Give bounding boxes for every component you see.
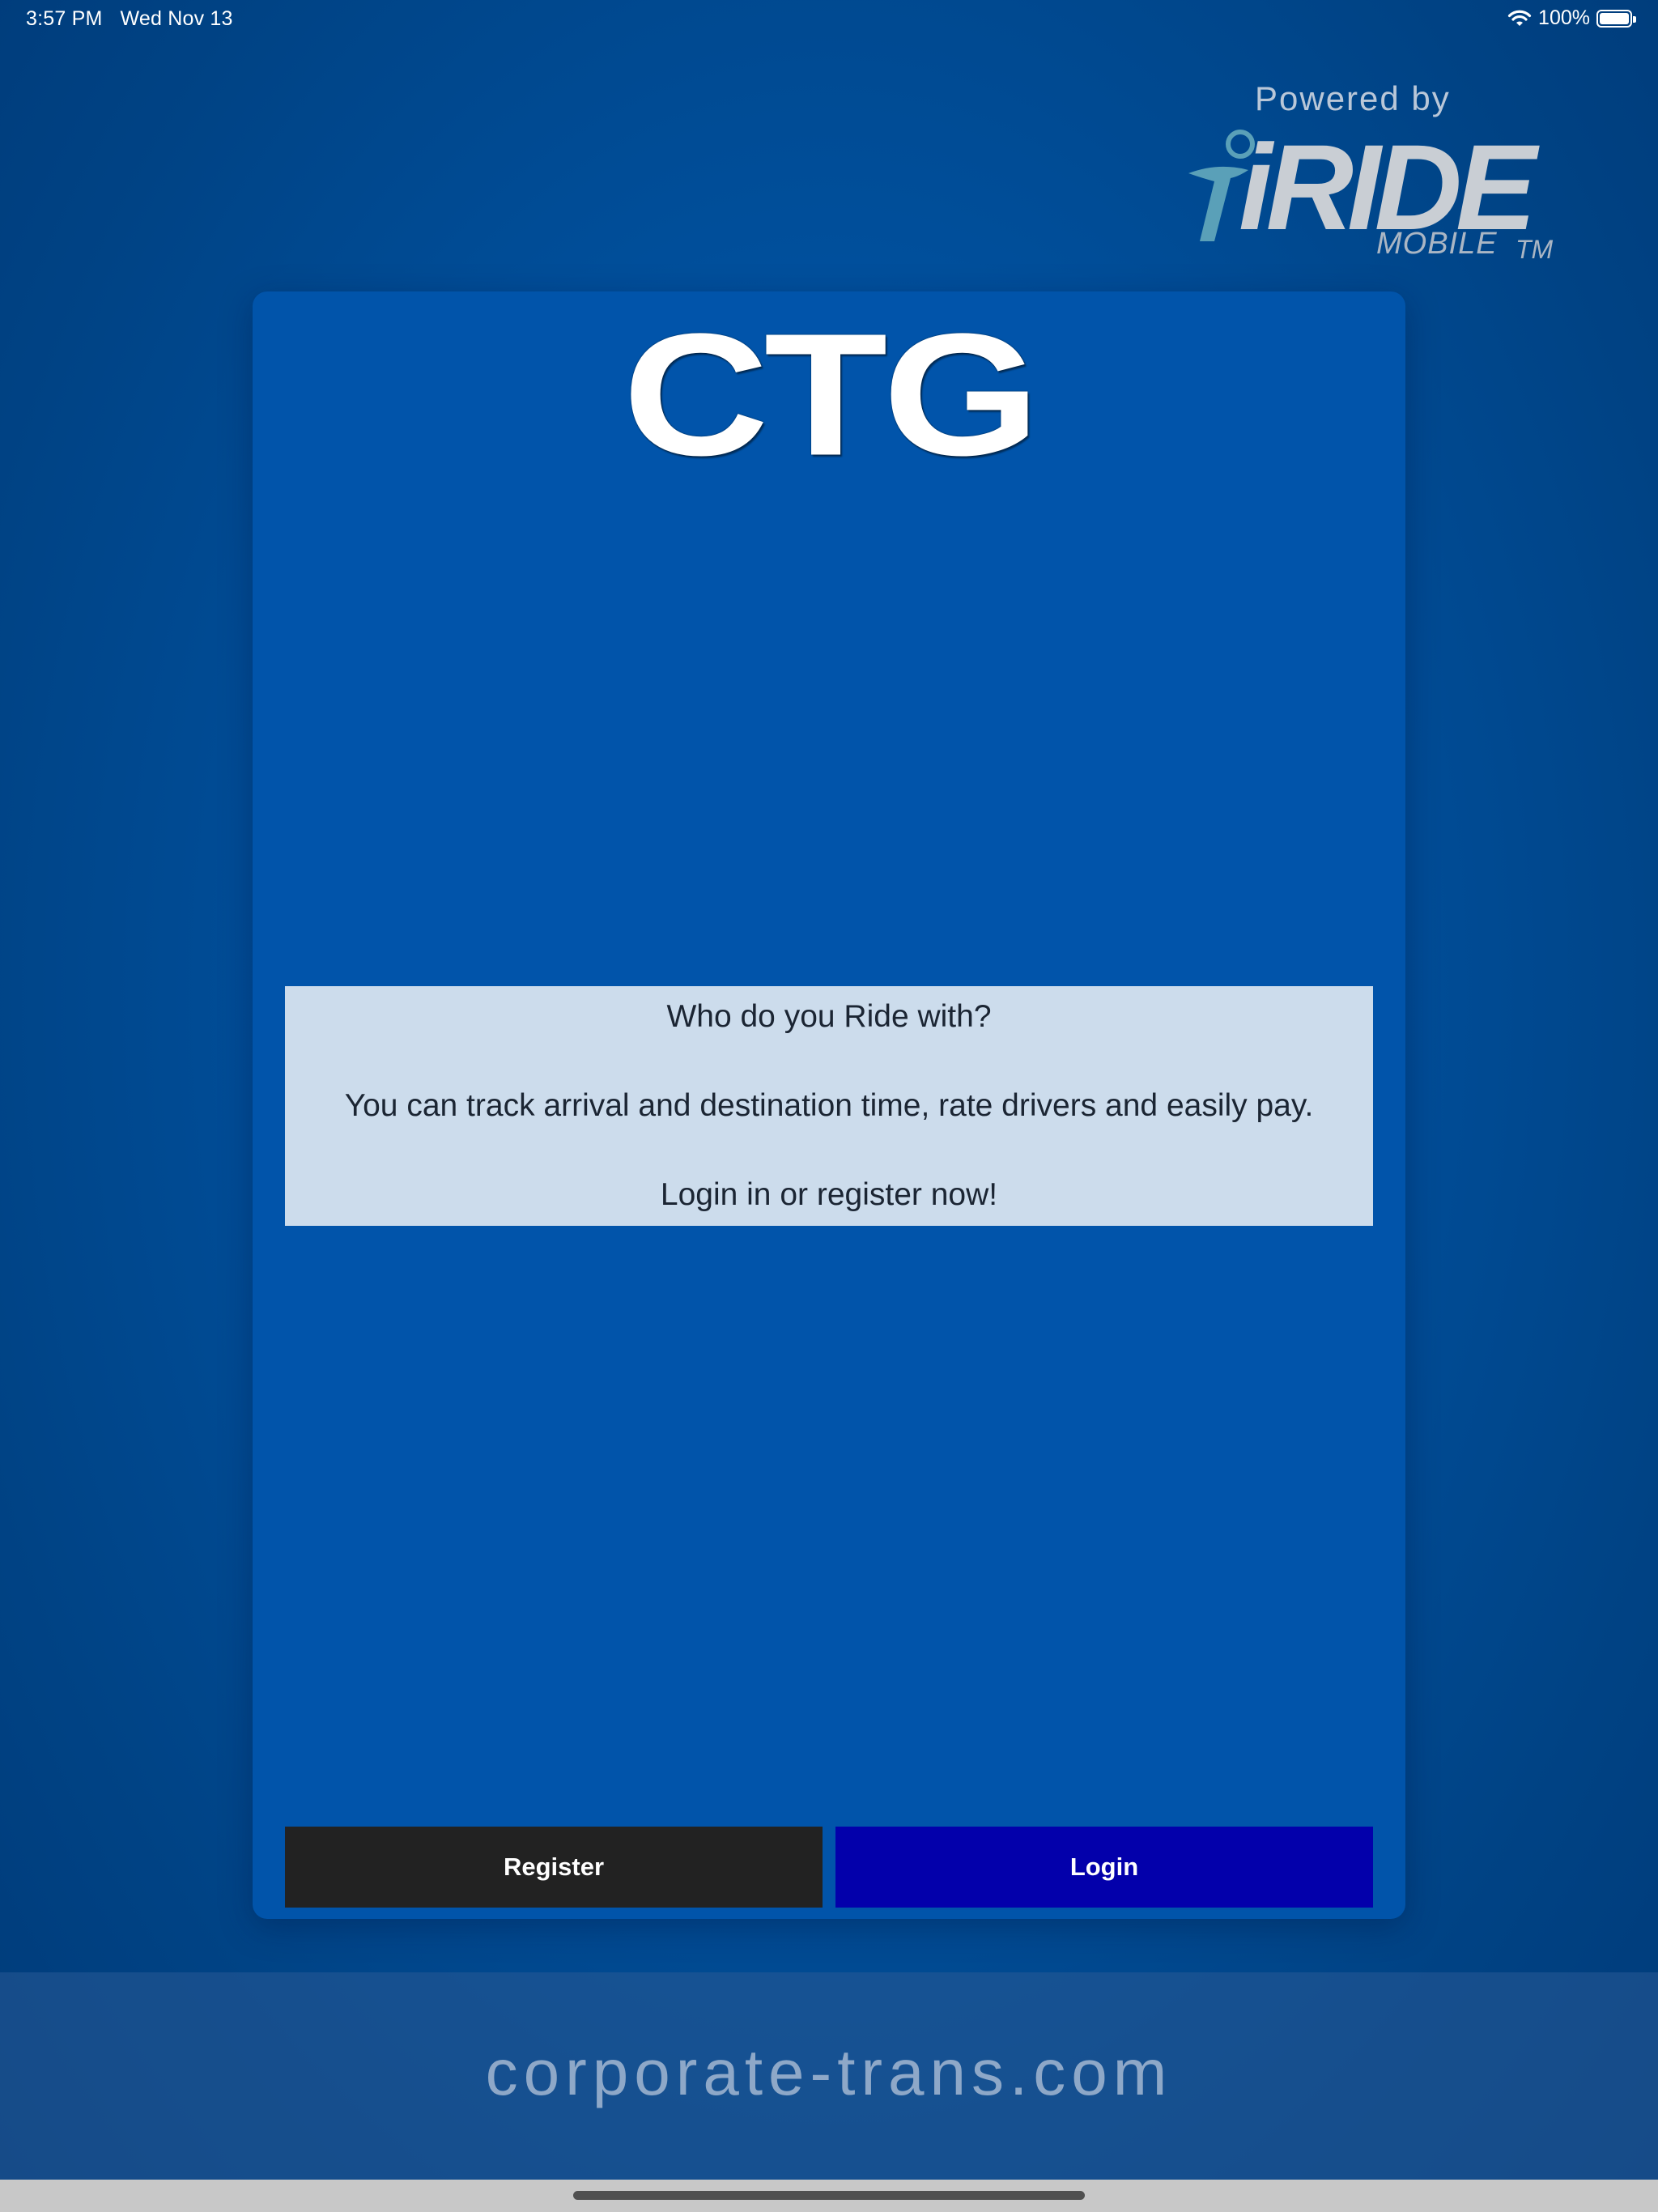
ctg-logo: CTG [623, 297, 1040, 492]
battery-icon [1596, 9, 1636, 28]
wifi-icon [1507, 10, 1532, 28]
status-right: 100% [1507, 6, 1636, 30]
status-left: 3:57 PM Wed Nov 13 [26, 7, 233, 31]
status-time: 3:57 PM [26, 7, 103, 30]
home-area [0, 2180, 1658, 2212]
powered-by-label: Powered by [1255, 79, 1451, 117]
mobile-label: MOBILE [1376, 227, 1498, 261]
info-description: You can track arrival and destination ti… [344, 1088, 1314, 1123]
info-call-to-action: Login in or register now! [660, 1177, 998, 1212]
login-button[interactable]: Login [835, 1827, 1373, 1908]
footer-url: corporate-trans.com [485, 2036, 1173, 2108]
register-button[interactable]: Register [285, 1827, 823, 1908]
login-card: CTG Who do you Ride with? You can track … [253, 291, 1405, 1919]
status-date: Wed Nov 13 [120, 7, 233, 30]
battery-cap [1633, 15, 1636, 23]
footer: corporate-trans.com [0, 1972, 1658, 2180]
info-box: Who do you Ride with? You can track arri… [285, 986, 1373, 1226]
info-question: Who do you Ride with? [666, 999, 992, 1034]
battery-percent: 100% [1538, 6, 1590, 29]
powered-by-logo: Powered by iRIDE MOBILE TM [1182, 78, 1562, 272]
trademark-label: TM [1516, 235, 1554, 264]
status-bar: 3:57 PM Wed Nov 13 100% [0, 0, 1658, 39]
home-indicator[interactable] [573, 2191, 1085, 2200]
battery-fill [1600, 12, 1629, 24]
